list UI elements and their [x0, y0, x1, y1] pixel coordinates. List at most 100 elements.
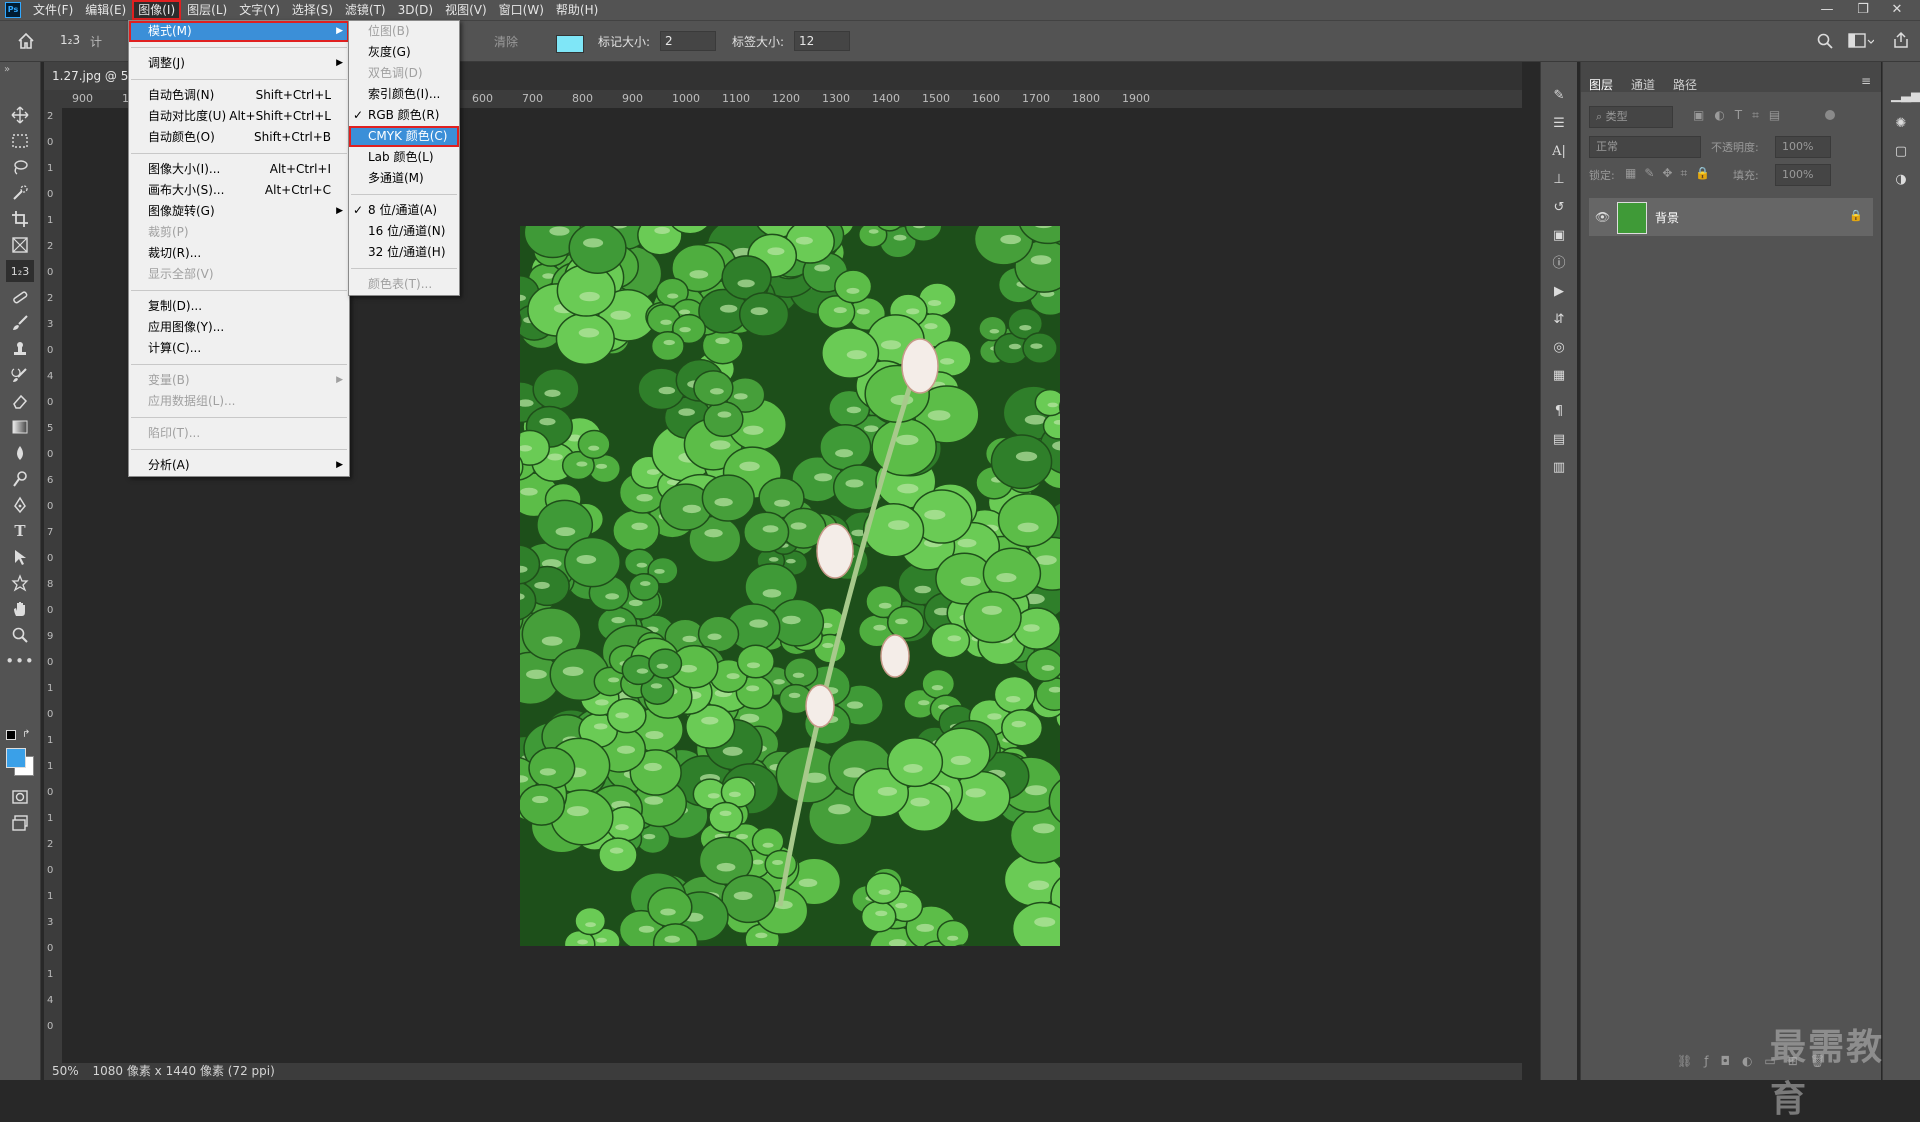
tab-channels[interactable]: 通道: [1631, 76, 1655, 93]
mode_submenu-item-5[interactable]: CMYK 颜色(C): [349, 126, 459, 147]
menu-9[interactable]: 窗口(W): [493, 0, 550, 20]
zoom-level[interactable]: 50%: [52, 1064, 79, 1078]
document-image[interactable]: [520, 226, 1060, 946]
menu-8[interactable]: 视图(V): [439, 0, 493, 20]
clear-button[interactable]: 清除: [494, 33, 518, 50]
type-tool-icon[interactable]: T: [6, 520, 34, 542]
visibility-eye-icon[interactable]: 👁: [1595, 210, 1610, 224]
lasso-tool-icon[interactable]: [6, 156, 34, 178]
measurement-log-icon[interactable]: ▦: [1549, 366, 1569, 386]
image_menu-item-0[interactable]: 模式(M)▶: [129, 21, 349, 42]
document-info[interactable]: 1080 像素 x 1440 像素 (72 ppi): [93, 1064, 275, 1078]
image_menu-item-12[interactable]: 裁切(R)...: [129, 243, 349, 264]
mode_submenu-item-7[interactable]: 多通道(M): [349, 168, 459, 189]
character-icon[interactable]: A|: [1549, 142, 1569, 162]
image_menu-item-15[interactable]: 复制(D)...: [129, 296, 349, 317]
marker-color-swatch[interactable]: [556, 35, 584, 53]
custom-shape-tool-icon[interactable]: [6, 572, 34, 594]
quick-mask-icon[interactable]: [6, 786, 34, 808]
search-icon[interactable]: [1816, 32, 1834, 53]
mode_submenu-item-1[interactable]: 灰度(G): [349, 42, 459, 63]
history-brush-tool-icon[interactable]: [6, 364, 34, 386]
image_menu-item-17[interactable]: 计算(C)...: [129, 338, 349, 359]
layer-row-background[interactable]: 👁 背景 🔒: [1589, 198, 1873, 236]
zoom-tool-icon[interactable]: [6, 624, 34, 646]
3d-icon[interactable]: ◎: [1549, 338, 1569, 358]
paragraph-icon[interactable]: ¶: [1549, 402, 1569, 422]
notes-icon[interactable]: ▥: [1549, 458, 1569, 478]
default-colors-icon[interactable]: [6, 730, 16, 740]
blur-tool-icon[interactable]: [6, 442, 34, 464]
brush-settings-icon[interactable]: ✎: [1549, 86, 1569, 106]
clone-stamp-tool-icon[interactable]: [6, 338, 34, 360]
layer-lock-icon[interactable]: 🔒: [1849, 209, 1863, 222]
quick-selection-tool-icon[interactable]: [6, 182, 34, 204]
restore-button[interactable]: ❐: [1846, 0, 1880, 20]
dodge-tool-icon[interactable]: [6, 468, 34, 490]
menu-6[interactable]: 滤镜(T): [339, 0, 392, 20]
mode_submenu-item-9[interactable]: ✓8 位/通道(A): [349, 200, 459, 221]
mode_submenu-item-10[interactable]: 16 位/通道(N): [349, 221, 459, 242]
history-icon[interactable]: ↺: [1549, 198, 1569, 218]
brush-tool-icon[interactable]: [6, 312, 34, 334]
menu-2[interactable]: 图像(I): [132, 0, 181, 20]
move-tool-icon[interactable]: [6, 104, 34, 126]
tab-paths[interactable]: 路径: [1673, 76, 1697, 93]
mark-size-input[interactable]: 2: [660, 31, 716, 51]
opacity-input[interactable]: 100%: [1775, 136, 1831, 158]
hand-tool-icon[interactable]: [6, 598, 34, 620]
image_menu-item-6[interactable]: 自动颜色(O)Shift+Ctrl+B: [129, 127, 349, 148]
mode_submenu-item-11[interactable]: 32 位/通道(H): [349, 242, 459, 263]
layer-comps-icon[interactable]: ⇵: [1549, 310, 1569, 330]
layer-name[interactable]: 背景: [1655, 209, 1679, 226]
layer-filter-icons[interactable]: ▣◐T⌗▤: [1693, 108, 1790, 123]
image_menu-item-9[interactable]: 画布大小(S)...Alt+Ctrl+C: [129, 180, 349, 201]
image_menu-item-5[interactable]: 自动对比度(U)Alt+Shift+Ctrl+L: [129, 106, 349, 127]
collapse-tools-icon[interactable]: »: [4, 64, 10, 75]
properties-icon[interactable]: ▢: [1891, 142, 1911, 162]
tool-presets-icon[interactable]: ▣: [1549, 226, 1569, 246]
fill-input[interactable]: 100%: [1775, 164, 1831, 186]
close-button[interactable]: ✕: [1880, 0, 1914, 20]
minimize-button[interactable]: —: [1810, 0, 1844, 20]
tab-layers[interactable]: 图层: [1589, 76, 1613, 93]
screen-mode-icon[interactable]: [6, 812, 34, 834]
workspace-icon[interactable]: [1848, 32, 1874, 53]
image_menu-item-16[interactable]: 应用图像(Y)...: [129, 317, 349, 338]
home-icon[interactable]: [16, 31, 36, 51]
image_menu-item-4[interactable]: 自动色调(N)Shift+Ctrl+L: [129, 85, 349, 106]
share-icon[interactable]: [1892, 31, 1910, 52]
mode_submenu-item-3[interactable]: 索引颜色(I)...: [349, 84, 459, 105]
panel-menu-icon[interactable]: ≡: [1861, 74, 1871, 88]
info-icon[interactable]: ⓘ: [1549, 254, 1569, 274]
more-tools-icon[interactable]: •••: [6, 650, 34, 672]
adjustments-sliders-icon[interactable]: ☰: [1549, 114, 1569, 134]
filter-toggle-icon[interactable]: [1825, 110, 1835, 120]
path-selection-tool-icon[interactable]: [6, 546, 34, 568]
layer-filter-select[interactable]: ⌕ 类型: [1589, 106, 1673, 128]
blend-mode-select[interactable]: 正常: [1589, 136, 1701, 158]
healing-brush-tool-icon[interactable]: [6, 286, 34, 308]
foreground-color-swatch[interactable]: [6, 748, 26, 768]
document-tab[interactable]: 1.27.jpg @ 50: [44, 62, 136, 90]
image_menu-item-24[interactable]: 分析(A)▶: [129, 455, 349, 476]
menu-0[interactable]: 文件(F): [27, 0, 79, 20]
vertical-ruler[interactable]: 201012023040506070809010110120130140: [44, 108, 62, 1064]
swap-colors-icon[interactable]: ↱: [22, 729, 30, 740]
actions-play-icon[interactable]: ▶: [1549, 282, 1569, 302]
adjustments-icon[interactable]: ◑: [1891, 170, 1911, 190]
navigator-icon[interactable]: ✺: [1891, 114, 1911, 134]
eraser-tool-icon[interactable]: [6, 390, 34, 412]
count-tool-active-icon[interactable]: 1₂3: [6, 260, 34, 282]
menu-7[interactable]: 3D(D): [392, 0, 439, 20]
label-size-input[interactable]: 12: [794, 31, 850, 51]
clone-source-icon[interactable]: ⊥: [1549, 170, 1569, 190]
menu-4[interactable]: 文字(Y): [233, 0, 286, 20]
ruler-origin[interactable]: [44, 90, 62, 108]
menu-1[interactable]: 编辑(E): [79, 0, 132, 20]
glyphs-icon[interactable]: ▤: [1549, 430, 1569, 450]
crop-tool-icon[interactable]: [6, 208, 34, 230]
image_menu-item-10[interactable]: 图像旋转(G)▶: [129, 201, 349, 222]
menu-10[interactable]: 帮助(H): [550, 0, 604, 20]
mode_submenu-item-4[interactable]: ✓RGB 颜色(R): [349, 105, 459, 126]
